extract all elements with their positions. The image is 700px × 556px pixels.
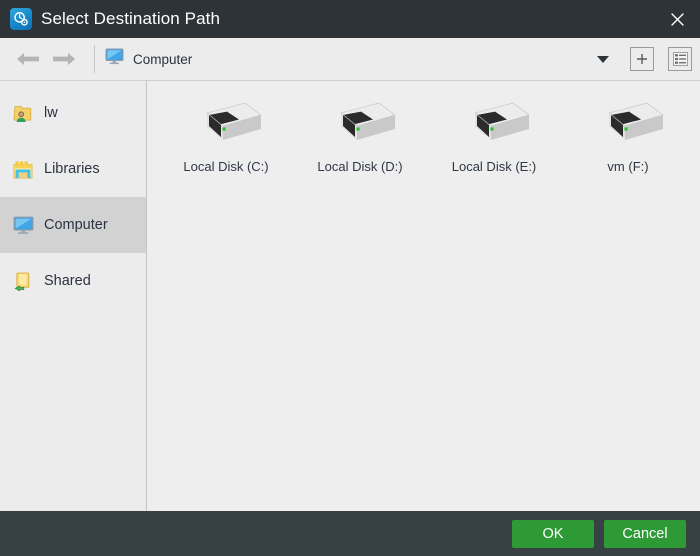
places-sidebar: lw Libraries Computer Shared: [0, 81, 147, 511]
select-destination-path-dialog: Select Destination Path Computer lw Libr…: [0, 0, 700, 556]
drive-label: vm (F:): [607, 159, 649, 174]
hard-disk-icon: [321, 95, 399, 157]
drive-item[interactable]: vm (F:): [561, 95, 695, 201]
sidebar-item-label: Computer: [44, 217, 108, 233]
cancel-button[interactable]: Cancel: [604, 519, 686, 548]
sidebar-item-label: Libraries: [44, 161, 100, 177]
hard-disk-icon: [589, 95, 667, 157]
drive-grid: Local Disk (C:) Local Disk (D:) Local Di…: [159, 95, 700, 201]
list-view-icon[interactable]: [668, 47, 692, 71]
hard-disk-icon: [455, 95, 533, 157]
libraries-icon: [12, 158, 34, 180]
ok-button[interactable]: OK: [512, 519, 594, 548]
dialog-footer: OK Cancel: [0, 511, 700, 556]
drive-label: Local Disk (C:): [183, 159, 269, 174]
toolbar-divider: [94, 45, 95, 73]
sidebar-item-computer[interactable]: Computer: [0, 197, 146, 253]
drive-item[interactable]: Local Disk (D:): [293, 95, 427, 201]
drive-item[interactable]: Local Disk (C:): [159, 95, 293, 201]
sidebar-item-label: lw: [44, 105, 58, 121]
computer-monitor-icon: [105, 48, 124, 70]
drive-label: Local Disk (E:): [451, 159, 537, 174]
arrow-right-icon[interactable]: [46, 44, 82, 74]
drive-label: Local Disk (D:): [317, 159, 403, 174]
sidebar-item-libraries[interactable]: Libraries: [0, 141, 146, 197]
chevron-down-icon[interactable]: [590, 44, 616, 74]
hard-disk-icon: [187, 95, 265, 157]
shared-folder-icon: [12, 270, 34, 292]
disk-clock-icon: [10, 8, 32, 30]
user-folder-icon: [12, 102, 34, 124]
close-icon[interactable]: [662, 5, 692, 33]
file-list-area: Local Disk (C:) Local Disk (D:) Local Di…: [147, 81, 700, 511]
navigation-toolbar: Computer: [0, 38, 700, 81]
sidebar-item-shared[interactable]: Shared: [0, 253, 146, 309]
titlebar: Select Destination Path: [0, 0, 700, 38]
breadcrumb[interactable]: Computer: [105, 38, 590, 80]
sidebar-item-lw[interactable]: lw: [0, 85, 146, 141]
arrow-left-icon[interactable]: [10, 44, 46, 74]
drive-item[interactable]: Local Disk (E:): [427, 95, 561, 201]
breadcrumb-label: Computer: [133, 51, 193, 67]
toolbar-actions: [590, 44, 692, 74]
computer-monitor-icon: [12, 214, 34, 236]
dialog-body: lw Libraries Computer Shared Local Disk …: [0, 81, 700, 511]
plus-icon[interactable]: [630, 47, 654, 71]
window-title: Select Destination Path: [41, 9, 221, 28]
sidebar-item-label: Shared: [44, 273, 91, 289]
